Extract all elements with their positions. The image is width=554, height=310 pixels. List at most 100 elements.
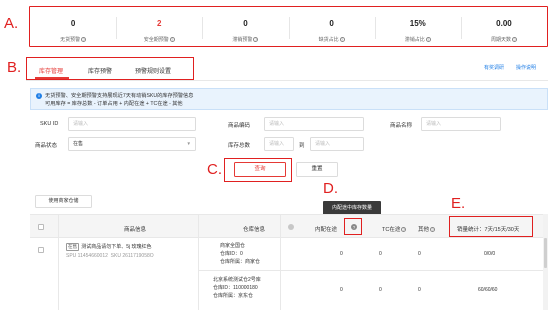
col-divider	[198, 214, 199, 310]
inner-transit-value: 0	[340, 287, 343, 293]
info-icon: i	[36, 93, 42, 99]
stat-label: 滞销占比	[404, 37, 425, 43]
warehouse-name: 商家全国仓	[220, 243, 246, 249]
col-tc-transit: TC在途?	[382, 225, 407, 233]
tab-inventory-management[interactable]: 库存管理	[39, 66, 63, 75]
stat-value: 0	[243, 19, 248, 28]
product-status-select[interactable]: 在售 ▼	[68, 137, 196, 151]
annotation-d: D.	[323, 180, 338, 197]
stat-label: 缺货占比	[318, 37, 339, 43]
collapsed-column-icon[interactable]	[288, 224, 294, 230]
warehouse-owner: 仓库所属：京东仓	[213, 293, 254, 299]
product-code-input[interactable]: 请输入	[264, 117, 364, 131]
stat-cycle-days[interactable]: 0.00 周期天数?	[460, 7, 547, 46]
product-name: 测试商品请勿下单、5j 玫瑰红色	[81, 244, 152, 250]
stat-safety-period[interactable]: 2 安全期预警?	[116, 7, 202, 46]
status-badge: 在售	[66, 243, 80, 251]
range-to-label: 到	[299, 143, 305, 149]
tc-transit-value: 0	[379, 251, 382, 257]
stat-label: 无货预警	[60, 37, 81, 43]
inner-transit-help-highlight	[344, 218, 362, 235]
notice-line-2: 可用库存 = 库存总数 - 订单占用 + 内配在途 + TC在途 - 其他	[45, 101, 183, 107]
stat-slow-moving[interactable]: 0 滞销预警?	[202, 7, 288, 46]
divider	[26, 80, 548, 81]
col-divider	[280, 214, 281, 310]
question-icon[interactable]: ?	[425, 37, 431, 43]
inner-transit-value: 0	[340, 251, 343, 257]
warehouse-name: 北京系统测试仓2号库	[213, 277, 261, 283]
tab-bar: 库存管理 库存预警 预警规则设置	[26, 57, 194, 80]
warehouse-owner: 仓库所属：商家仓	[220, 259, 261, 265]
stat-value: 0	[70, 19, 76, 28]
col-product-info: 商品信息	[124, 227, 147, 233]
question-icon[interactable]: ?	[253, 37, 259, 43]
product-spu: SPU 11454660012	[66, 253, 108, 259]
chevron-down-icon: ▼	[186, 141, 191, 146]
stat-value: 2	[157, 19, 162, 28]
stat-label: 安全期预警	[143, 37, 169, 43]
use-warehouse-button[interactable]: 使用商家仓储	[35, 195, 92, 208]
product-status-label: 商品状态	[35, 143, 58, 149]
annotation-b: B.	[7, 59, 22, 76]
help-link[interactable]: 操作说明	[516, 64, 536, 71]
table-scrollbar-thumb[interactable]	[544, 238, 547, 268]
product-name-input[interactable]: 请输入	[421, 117, 501, 131]
notice-line-1: 无货预警、安全期预警支持展现近7天有动销SKU的库存预警信息	[45, 93, 194, 99]
stat-out-of-stock-ratio[interactable]: 0 缺货占比?	[288, 7, 375, 46]
annotation-e: E.	[451, 195, 466, 212]
stock-total-from-input[interactable]: 请输入	[264, 137, 294, 151]
survey-link[interactable]: 有奖调研	[484, 64, 504, 71]
product-status-value: 在售	[73, 141, 84, 147]
product-sku: SKU 2611719058O	[110, 253, 154, 259]
select-all-checkbox[interactable]	[38, 224, 44, 230]
stat-value: 15%	[409, 19, 426, 28]
warehouse-id: 仓库ID：110000180	[213, 285, 258, 291]
question-icon[interactable]: ?	[169, 37, 175, 43]
col-inner-transit-label: 内配在途	[315, 227, 338, 233]
col-other: 其他?	[418, 225, 436, 233]
stat-value: 0.00	[496, 19, 512, 28]
col-other-label: 其他	[418, 227, 430, 233]
stat-slow-ratio[interactable]: 15% 滞销占比?	[374, 7, 461, 46]
col-warehouse-info: 仓库信息	[243, 227, 266, 233]
col-tc-transit-label: TC在途	[382, 227, 401, 233]
sales-value: 0/0/0	[484, 251, 496, 257]
tc-transit-value: 0	[379, 287, 382, 293]
reset-button[interactable]: 重置	[296, 162, 338, 177]
annotation-a: A.	[4, 15, 19, 32]
stat-label: 周期天数	[490, 37, 511, 43]
sales-value: 60/60/60	[478, 287, 498, 293]
stat-no-stock[interactable]: 0 无货预警?	[30, 7, 116, 46]
stat-label: 滞销预警	[232, 37, 253, 43]
question-icon[interactable]: ?	[430, 227, 436, 233]
sku-id-input[interactable]: 请输入	[68, 117, 196, 131]
row-divider	[198, 270, 548, 271]
product-name-label: 商品名称	[390, 123, 413, 129]
question-icon[interactable]: ?	[81, 37, 87, 43]
product-code-label: 商品编码	[228, 123, 251, 129]
sales-header-highlight	[449, 216, 533, 237]
stats-panel: 0 无货预警? 2 安全期预警? 0 滞销预警? 0 缺货占比? 15% 滞销占…	[29, 6, 548, 47]
product-title[interactable]: 在售 测试商品请勿下单、5j 玫瑰红色	[66, 243, 152, 251]
col-divider	[58, 214, 59, 310]
row-checkbox[interactable]	[38, 247, 44, 253]
col-inner-transit: 内配在途	[315, 225, 337, 233]
annotation-c: C.	[207, 161, 222, 178]
question-icon[interactable]: ?	[511, 37, 517, 43]
question-icon[interactable]: ?	[401, 227, 407, 233]
tab-inventory-warning[interactable]: 库存预警	[88, 66, 112, 75]
product-ids: SPU 11454660012 SKU 2611719058O	[66, 253, 154, 259]
question-icon[interactable]: ?	[339, 37, 345, 43]
other-value: 0	[418, 251, 421, 257]
stock-total-to-input[interactable]: 请输入	[310, 137, 364, 151]
stock-total-label: 库存总数	[228, 143, 251, 149]
warehouse-id: 仓库ID：0	[220, 251, 243, 257]
stat-value: 0	[329, 19, 334, 28]
tab-warning-rules[interactable]: 预警规则设置	[135, 66, 171, 75]
active-tab-indicator	[35, 77, 69, 79]
inner-transit-tooltip: 内配途中库存数量	[323, 201, 381, 219]
info-notice: i 无货预警、安全期预警支持展现近7天有动销SKU的库存预警信息 可用库存 = …	[30, 88, 548, 110]
sku-id-label: SKU ID	[40, 121, 59, 127]
other-value: 0	[418, 287, 421, 293]
query-button[interactable]: 查询	[234, 162, 286, 177]
